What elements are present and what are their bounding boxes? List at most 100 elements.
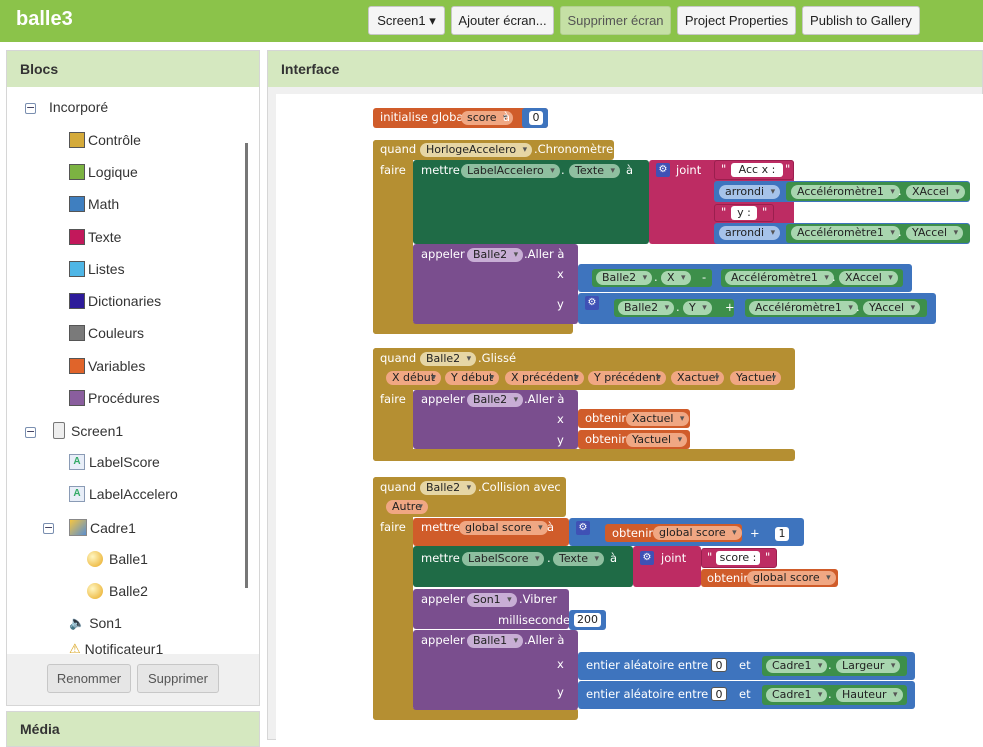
rename-button[interactable]: Renommer	[47, 664, 131, 693]
param-autre[interactable]: Autre	[386, 500, 428, 514]
balle2-dropdown[interactable]: Balle2	[420, 352, 477, 366]
accelerometre-dropdown[interactable]: Accéléromètre1	[749, 301, 858, 315]
publish-gallery-button[interactable]: Publish to Gallery	[802, 6, 920, 35]
joint-label: joint	[676, 163, 702, 177]
number-value[interactable]: 0	[529, 111, 543, 125]
quand-label: quand	[380, 480, 417, 494]
dot-label: .	[832, 270, 836, 284]
labelscore-dropdown[interactable]: LabelScore	[462, 552, 545, 566]
y-sep-text[interactable]: y :	[731, 206, 757, 220]
balle2-dropdown[interactable]: Balle2	[596, 271, 653, 285]
gear-icon[interactable]: ⚙	[576, 521, 590, 535]
math-swatch	[69, 196, 85, 212]
balle1-dropdown[interactable]: Balle1	[467, 634, 524, 648]
project-properties-button[interactable]: Project Properties	[677, 6, 796, 35]
category-label: Listes	[88, 261, 125, 277]
et-label: et	[739, 658, 751, 672]
remove-screen-button[interactable]: Supprimer écran	[560, 6, 671, 35]
category-logic[interactable]: Logique	[69, 164, 138, 180]
son1-dropdown[interactable]: Son1	[467, 593, 517, 607]
gear-icon[interactable]: ⚙	[585, 296, 599, 310]
category-dictionaries[interactable]: Dictionaries	[69, 293, 161, 309]
texte-dropdown[interactable]: Texte	[553, 552, 605, 566]
balle2-dropdown[interactable]: Balle2	[467, 248, 524, 262]
arrondi-dropdown[interactable]: arrondi	[719, 185, 781, 199]
joint-label: joint	[661, 551, 687, 565]
score-text[interactable]: score :	[716, 551, 760, 565]
texte-dropdown[interactable]: Texte	[569, 164, 621, 178]
arrondi-dropdown[interactable]: arrondi	[719, 226, 781, 240]
xaccel-dropdown[interactable]: XAccel	[906, 185, 965, 199]
tree-scrollbar[interactable]	[245, 143, 248, 588]
collapse-builtin-toggle[interactable]: −	[25, 102, 36, 114]
accelerometre-dropdown[interactable]: Accéléromètre1	[725, 271, 834, 285]
delete-button[interactable]: Supprimer	[137, 664, 219, 693]
tree-builtin-label: Incorporé	[49, 99, 109, 115]
cadre1-dropdown[interactable]: Cadre1	[766, 659, 828, 673]
tree-builtin[interactable]: Incorporé	[49, 99, 108, 115]
number-value[interactable]: 0	[711, 687, 727, 701]
balle2-dropdown[interactable]: Balle2	[618, 301, 675, 315]
labelaccelero-dropdown[interactable]: LabelAccelero	[461, 164, 560, 178]
xaccel-dropdown[interactable]: XAccel	[839, 271, 898, 285]
xactuel-dropdown[interactable]: Xactuel	[626, 412, 690, 426]
a-label: à	[547, 520, 555, 534]
chronometre-label: .Chronomètre	[534, 142, 614, 156]
global-score-dropdown[interactable]: global score	[459, 521, 548, 535]
collapse-screen1-toggle[interactable]: −	[25, 426, 36, 438]
collapse-cadre1-toggle[interactable]: −	[43, 522, 54, 534]
tree-screen1[interactable]: Screen1	[53, 422, 123, 439]
tree-balle2[interactable]: Balle2	[87, 583, 148, 599]
tree-labelaccelero[interactable]: A LabelAccelero	[69, 486, 178, 502]
category-math[interactable]: Math	[69, 196, 119, 212]
faire-label: faire	[380, 163, 406, 177]
tree-notificateur1[interactable]: ⚠ Notificateur1	[69, 643, 163, 654]
tree-labelscore[interactable]: A LabelScore	[69, 454, 160, 470]
param-xdebut[interactable]: X début	[386, 371, 442, 385]
param-yprec[interactable]: Y précédent	[588, 371, 667, 385]
label-icon: A	[69, 454, 85, 470]
global-score-dropdown[interactable]: global score	[653, 526, 742, 540]
plus-op: +	[750, 526, 760, 540]
screen-selector-button[interactable]: Screen1 ▾	[368, 6, 445, 35]
global-score-dropdown[interactable]: global score	[747, 571, 836, 585]
component-label: Balle2	[109, 583, 148, 599]
horloge-dropdown[interactable]: HorlogeAccelero	[420, 143, 533, 157]
dot-label: .	[898, 225, 902, 239]
tree-balle1[interactable]: Balle1	[87, 551, 148, 567]
accelerometre-dropdown[interactable]: Accéléromètre1	[791, 185, 900, 199]
add-screen-button[interactable]: Ajouter écran...	[451, 6, 554, 35]
largeur-dropdown[interactable]: Largeur	[836, 659, 901, 673]
param-xprec[interactable]: X précédent	[505, 371, 584, 385]
y-prop-dropdown[interactable]: Y	[683, 301, 712, 315]
category-procedures[interactable]: Procédures	[69, 390, 160, 406]
category-control[interactable]: Contrôle	[69, 132, 141, 148]
category-variables[interactable]: Variables	[69, 358, 145, 374]
acc-x-text[interactable]: Acc x :	[731, 163, 783, 177]
phone-icon	[53, 422, 65, 439]
balle2-dropdown[interactable]: Balle2	[467, 393, 524, 407]
number-value[interactable]: 0	[711, 658, 727, 672]
gear-icon[interactable]: ⚙	[656, 163, 670, 177]
number-value[interactable]: 200	[574, 613, 601, 627]
hauteur-dropdown[interactable]: Hauteur	[836, 688, 903, 702]
category-colors[interactable]: Couleurs	[69, 325, 144, 341]
tree-son1[interactable]: 🔈 Son1	[69, 615, 122, 631]
balle2-dropdown[interactable]: Balle2	[420, 481, 477, 495]
category-text[interactable]: Texte	[69, 229, 121, 245]
cadre1-dropdown[interactable]: Cadre1	[766, 688, 828, 702]
yactuel-dropdown[interactable]: Yactuel	[626, 433, 688, 447]
yaccel-dropdown[interactable]: YAccel	[863, 301, 921, 315]
category-lists[interactable]: Listes	[69, 261, 125, 277]
number-value[interactable]: 1	[775, 527, 789, 541]
param-yactuel[interactable]: Yactuel	[730, 371, 782, 385]
tree-cadre1[interactable]: Cadre1	[69, 519, 136, 536]
param-ydebut[interactable]: Y début	[445, 371, 500, 385]
yaccel-dropdown[interactable]: YAccel	[906, 226, 964, 240]
blocks-workspace[interactable]: initialise global score à 0 quand Horlog…	[276, 94, 983, 740]
gear-icon[interactable]: ⚙	[640, 551, 654, 565]
accelerometre-dropdown[interactable]: Accéléromètre1	[791, 226, 900, 240]
appeler-label: appeler	[421, 392, 465, 406]
x-prop-dropdown[interactable]: X	[661, 271, 691, 285]
param-xactuel[interactable]: Xactuel	[671, 371, 725, 385]
